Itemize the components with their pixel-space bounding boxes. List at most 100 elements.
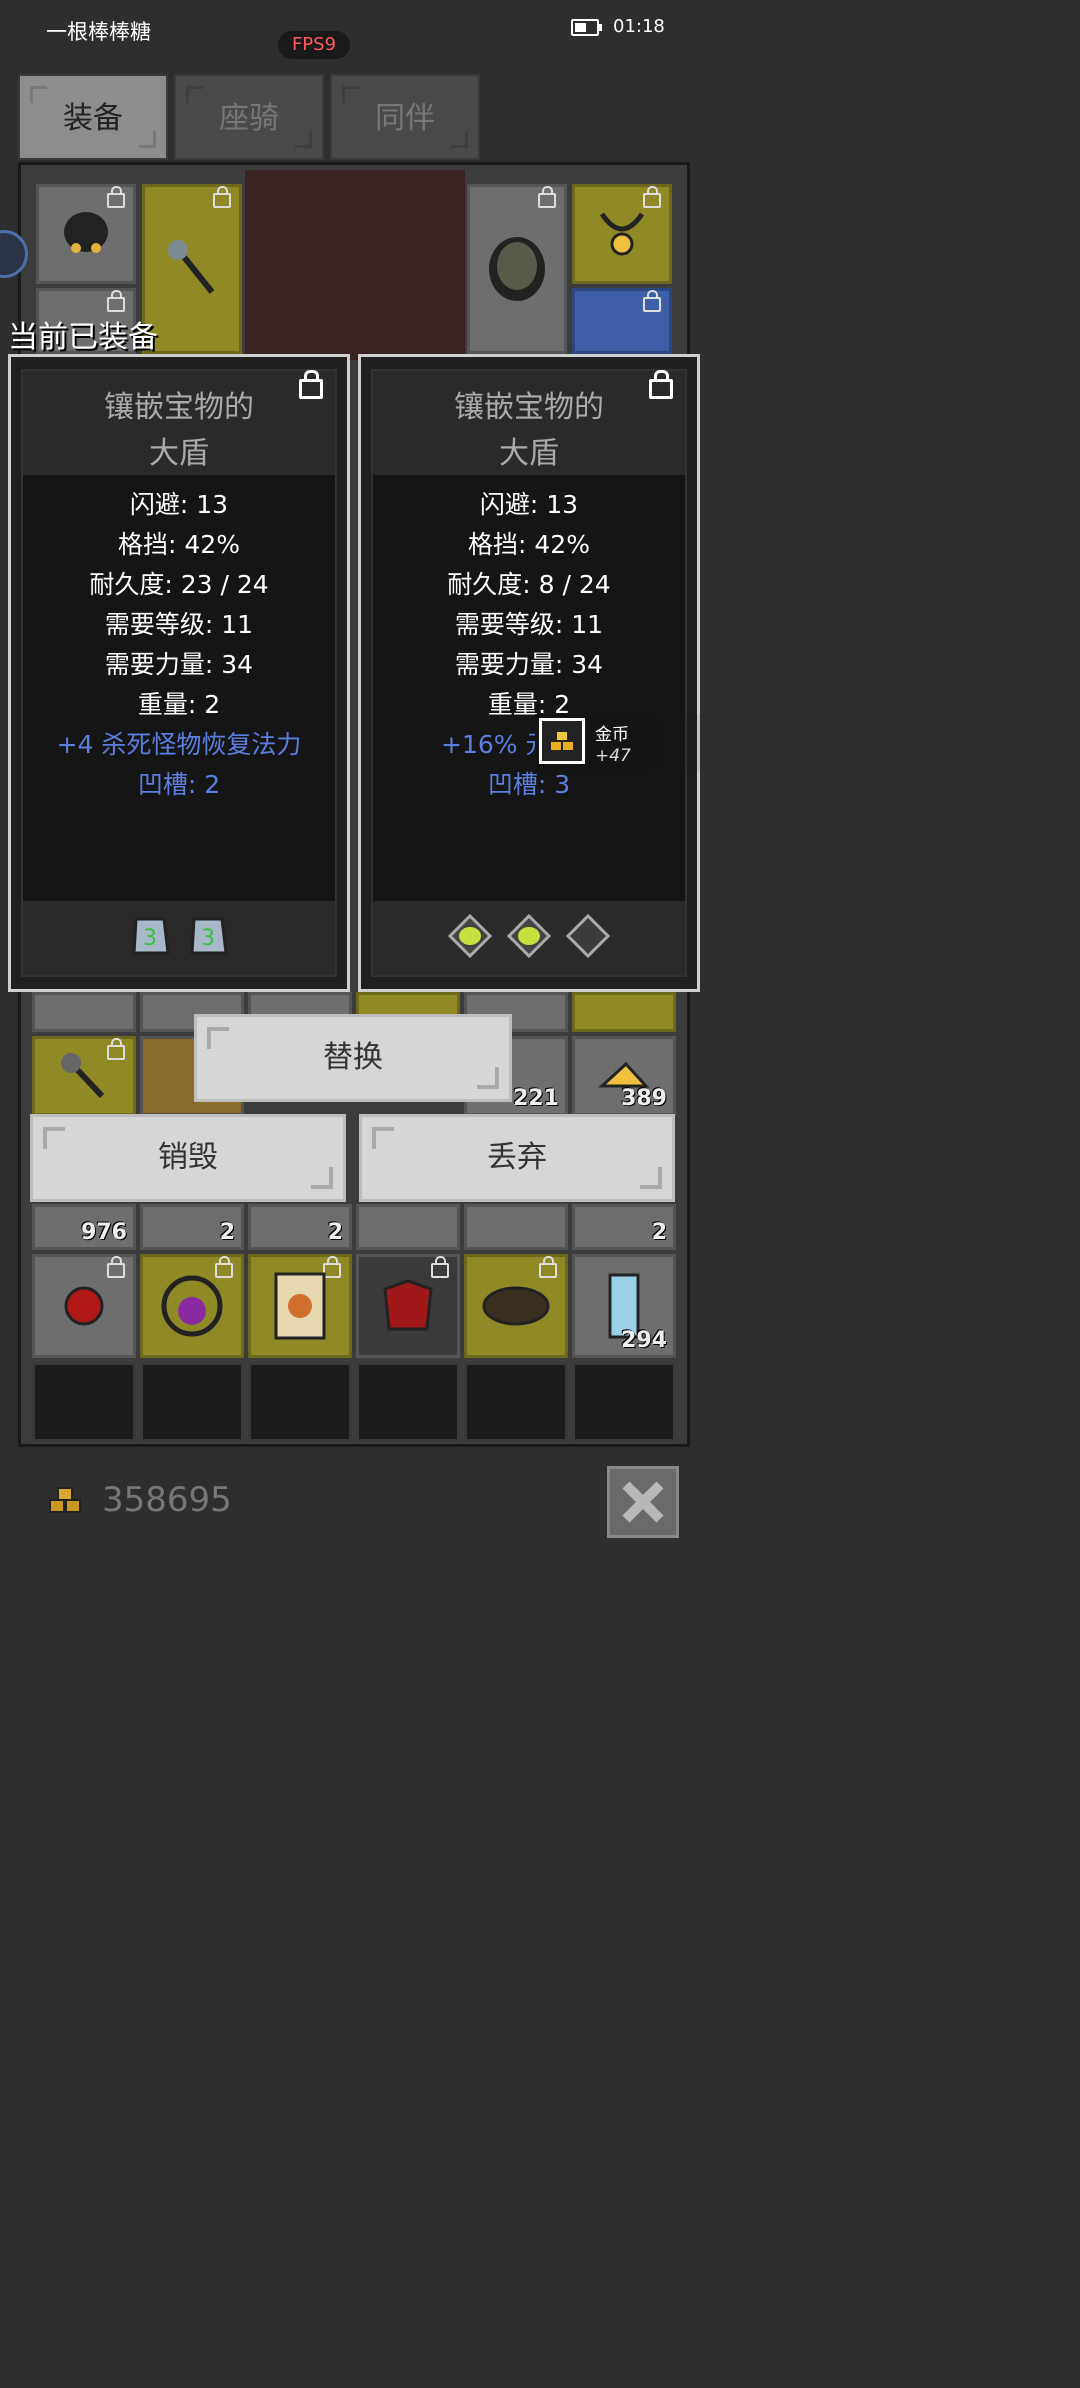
socket-bar: [373, 901, 685, 975]
socket-bar: 3 3: [23, 901, 335, 975]
currently-equipped-label: 当前已装备: [8, 320, 158, 355]
stat-required-strength: 需要力量: 34: [104, 650, 254, 679]
battery-icon: [571, 19, 602, 36]
inventory-slot[interactable]: [248, 1362, 352, 1442]
equip-slot-amulet[interactable]: [572, 184, 672, 284]
socket-gem-icon: 3: [132, 917, 171, 955]
scroll-icon: [274, 1272, 326, 1340]
inventory-slot[interactable]: [356, 1204, 460, 1250]
item-count: 294: [621, 1328, 667, 1353]
destroy-button[interactable]: 销毁: [30, 1114, 346, 1202]
inventory-slot[interactable]: 2: [140, 1204, 244, 1250]
character-preview: [245, 170, 465, 360]
coin-icon: [49, 1487, 81, 1513]
stat-bonus: +4 杀死怪物恢复法力: [56, 730, 302, 759]
coin-icon: [539, 718, 585, 764]
stat-dodge: 闪避: 13: [479, 490, 579, 519]
pickup-toast: 金币 +47: [535, 714, 709, 772]
gold-amount: 358695: [102, 1480, 232, 1520]
inventory-slot[interactable]: [572, 1362, 676, 1442]
lock-icon: [213, 186, 231, 208]
equip-slot-helmet[interactable]: [36, 184, 136, 284]
socket-gem-icon: [447, 913, 493, 959]
lock-icon: [538, 186, 556, 208]
app-name: 一根棒棒糖: [46, 20, 151, 44]
ring-icon: [161, 1275, 223, 1337]
equip-slot-ring[interactable]: [572, 288, 672, 354]
card-header: 镶嵌宝物的 大盾: [373, 370, 685, 477]
stat-block: 格挡: 42%: [118, 530, 240, 559]
inventory-slot[interactable]: [140, 1362, 244, 1442]
stat-sockets: 凹槽: 2: [137, 770, 221, 799]
stat-block: 格挡: 42%: [468, 530, 590, 559]
lock-icon: [643, 290, 661, 312]
inventory-slot[interactable]: 2: [248, 1204, 352, 1250]
item-count: 2: [219, 1220, 235, 1245]
armor-icon: [383, 1279, 433, 1331]
fps-counter: FPS9: [278, 31, 350, 59]
socket-gem-icon: [506, 913, 552, 959]
lock-icon[interactable]: [649, 370, 673, 399]
item-count: 976: [81, 1220, 127, 1245]
inventory-slot[interactable]: [32, 1362, 136, 1442]
item-count: 221: [513, 1086, 559, 1111]
inventory-slot[interactable]: [32, 992, 136, 1032]
toast-amount: +47: [595, 746, 631, 766]
tab-companion[interactable]: 同伴: [330, 74, 480, 160]
inventory-slot[interactable]: [140, 1254, 244, 1358]
inventory-slot[interactable]: [356, 1254, 460, 1358]
stat-weight: 重量: 2: [137, 690, 221, 719]
inventory-slot[interactable]: [248, 1254, 352, 1358]
close-icon: [622, 1481, 664, 1523]
gem-icon: [64, 1286, 104, 1326]
lock-icon: [107, 1256, 125, 1278]
card-header: 镶嵌宝物的 大盾: [23, 370, 335, 477]
svg-text:3: 3: [201, 926, 215, 951]
item-title-line2: 大盾: [499, 436, 559, 471]
inventory-slot[interactable]: 294: [572, 1254, 676, 1358]
status-bar: 一根棒棒糖 FPS9 01:18: [0, 0, 709, 59]
amulet-icon: [599, 212, 645, 256]
equipped-item-card: 镶嵌宝物的 大盾 闪避: 13 格挡: 42% 耐久度: 23 / 24 需要等…: [8, 354, 350, 992]
item-title: 镶嵌宝物的 大盾: [23, 385, 335, 477]
stat-required-strength: 需要力量: 34: [454, 650, 604, 679]
item-count: 2: [327, 1220, 343, 1245]
item-count: 389: [621, 1086, 667, 1111]
lock-icon: [539, 1256, 557, 1278]
equip-slot-offhand[interactable]: [467, 184, 567, 354]
inventory-slot[interactable]: [356, 1362, 460, 1442]
tab-equipment[interactable]: 装备: [18, 74, 168, 160]
inventory-slot[interactable]: 389: [572, 1036, 676, 1116]
discard-button[interactable]: 丢弃: [359, 1114, 675, 1202]
empty-socket-icon: [565, 913, 611, 959]
toast-item-name: 金币: [595, 725, 629, 745]
inventory-slot[interactable]: [464, 1254, 568, 1358]
socket-gem-icon: 3: [189, 917, 228, 955]
helmet-icon: [64, 212, 108, 253]
shield-icon: [489, 237, 545, 301]
selected-item-card: 镶嵌宝物的 大盾 闪避: 13 格挡: 42% 耐久度: 8 / 24 需要等级…: [358, 354, 700, 992]
inventory-slot[interactable]: [32, 1254, 136, 1358]
close-button[interactable]: [607, 1466, 679, 1538]
item-title: 镶嵌宝物的 大盾: [373, 385, 685, 477]
svg-text:3: 3: [143, 926, 157, 951]
replace-button[interactable]: 替换: [194, 1014, 512, 1102]
tab-mount[interactable]: 座骑: [174, 74, 324, 160]
inventory-slot[interactable]: 976: [32, 1204, 136, 1250]
inventory-slot[interactable]: [572, 992, 676, 1032]
inventory-slot[interactable]: 2: [572, 1204, 676, 1250]
stat-dodge: 闪避: 13: [129, 490, 229, 519]
gold-total: 358695: [46, 1480, 232, 1522]
item-stats: 闪避: 13 格挡: 42% 耐久度: 23 / 24 需要等级: 11 需要力…: [23, 485, 335, 805]
item-title-line1: 镶嵌宝物的: [104, 390, 254, 425]
inventory-slot[interactable]: [32, 1036, 136, 1116]
inventory-slot[interactable]: [464, 1204, 568, 1250]
lock-icon[interactable]: [299, 370, 323, 399]
stat-durability: 耐久度: 8 / 24: [447, 570, 611, 599]
mace-icon: [61, 1053, 105, 1099]
belt-icon: [482, 1286, 550, 1326]
item-title-line2: 大盾: [149, 436, 209, 471]
inventory-slot[interactable]: [464, 1362, 568, 1442]
item-title-line1: 镶嵌宝物的: [454, 390, 604, 425]
lock-icon: [107, 290, 125, 312]
